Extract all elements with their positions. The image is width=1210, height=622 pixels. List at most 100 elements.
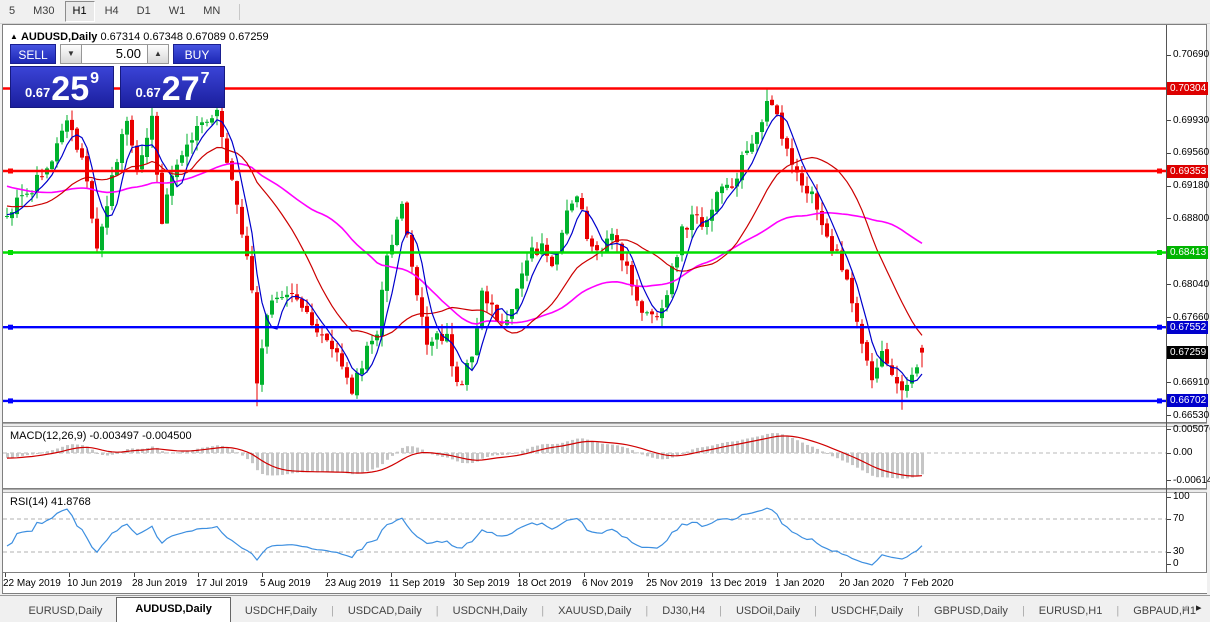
tab-scroll-right-icon[interactable]: ▸ bbox=[1196, 601, 1202, 614]
rsi-axis-label: 100 bbox=[1173, 491, 1190, 502]
axis-tick bbox=[1167, 518, 1171, 520]
axis-tick-label: 0.68040 bbox=[1173, 278, 1210, 290]
rsi-panel[interactable] bbox=[3, 493, 1166, 572]
axis-price-badge: 0.70304 bbox=[1167, 82, 1208, 96]
buy-price-prefix: 0.67 bbox=[135, 85, 161, 100]
candles bbox=[5, 88, 924, 410]
axis-tick-label: 0.69560 bbox=[1173, 147, 1210, 159]
macd-axis-label: 0.00 bbox=[1173, 447, 1193, 458]
axis-tick-label: 0.70690 bbox=[1173, 49, 1210, 61]
axis-price-badge: 0.66702 bbox=[1167, 394, 1208, 408]
sell-button[interactable]: SELL bbox=[10, 44, 56, 64]
tab-dj30-h4[interactable]: DJ30,H4 bbox=[648, 600, 719, 622]
rsi-label: RSI(14) 41.8768 bbox=[10, 496, 91, 508]
date-tick bbox=[327, 573, 328, 577]
axis-tick-label: 0.66910 bbox=[1173, 376, 1210, 388]
axis-tick bbox=[1167, 415, 1171, 417]
timeframe-toolbar: 5 M30 H1 H4 D1 W1 MN bbox=[0, 0, 1210, 24]
date-label: 25 Nov 2019 bbox=[646, 578, 703, 589]
date-tick bbox=[712, 573, 713, 577]
tab-usdchf-daily[interactable]: USDCHF,Daily bbox=[231, 600, 331, 622]
macd-axis-label: 0.005076 bbox=[1173, 423, 1210, 435]
date-label: 30 Sep 2019 bbox=[453, 578, 510, 589]
timeframe-button-h4[interactable]: H4 bbox=[97, 1, 127, 22]
axis-tick bbox=[1167, 429, 1171, 431]
sell-price-prefix: 0.67 bbox=[24, 85, 51, 100]
axis-price-badge: 0.67259 bbox=[1167, 346, 1208, 360]
ohlc-values: 0.67314 0.67348 0.67089 0.67259 bbox=[100, 31, 269, 43]
axis-tick bbox=[1167, 152, 1171, 154]
timeframe-button-m30[interactable]: M30 bbox=[25, 1, 62, 22]
tab-usdoil-daily[interactable]: USDOil,Daily bbox=[722, 600, 814, 622]
date-label: 5 Aug 2019 bbox=[260, 578, 311, 589]
line-handle[interactable] bbox=[8, 324, 13, 330]
line-handle[interactable] bbox=[8, 168, 13, 174]
tab-gbpusd-daily[interactable]: GBPUSD,Daily bbox=[920, 600, 1022, 622]
date-label: 6 Nov 2019 bbox=[582, 578, 634, 589]
axis-tick bbox=[1167, 563, 1171, 565]
date-tick bbox=[648, 573, 649, 577]
buy-price-pip: 7 bbox=[200, 70, 210, 87]
date-tick bbox=[391, 573, 392, 577]
tab-scroll-left-icon[interactable]: ◂ bbox=[1182, 601, 1188, 614]
volume-increase-button[interactable]: ▲ bbox=[147, 44, 169, 64]
axis-tick-label: 0.69930 bbox=[1173, 114, 1210, 126]
date-tick bbox=[841, 573, 842, 577]
sell-price-box[interactable]: 0.67 25 9 bbox=[10, 66, 114, 108]
volume-input[interactable]: 5.00 bbox=[82, 44, 147, 64]
ma-fast-line[interactable] bbox=[6, 114, 923, 383]
symbol-period-label: AUDUSD,Daily bbox=[20, 31, 98, 43]
date-tick bbox=[262, 573, 263, 577]
tab-xauusd-daily[interactable]: XAUUSD,Daily bbox=[544, 600, 645, 622]
timeframe-button-mn[interactable]: MN bbox=[195, 1, 228, 22]
tab-usdcad-daily[interactable]: USDCAD,Daily bbox=[334, 600, 436, 622]
one-click-trading-panel: SELL ▼ 5.00 ▲ BUY 0.67 25 9 0.67 27 7 bbox=[10, 44, 227, 109]
line-handle[interactable] bbox=[1157, 324, 1162, 330]
line-handle[interactable] bbox=[1157, 398, 1162, 404]
date-tick bbox=[584, 573, 585, 577]
timeframe-button-w1[interactable]: W1 bbox=[161, 1, 194, 22]
axis-tick bbox=[1167, 54, 1171, 56]
axis-tick bbox=[1167, 317, 1171, 319]
ma-mid-line[interactable] bbox=[6, 146, 923, 338]
axis-tick bbox=[1167, 218, 1171, 220]
line-handle[interactable] bbox=[1157, 250, 1162, 255]
tab-eurusd-h1[interactable]: EURUSD,H1 bbox=[1025, 600, 1117, 622]
buy-price-box[interactable]: 0.67 27 7 bbox=[120, 66, 225, 108]
line-handle[interactable] bbox=[8, 250, 13, 255]
tab-eurusd-daily[interactable]: EURUSD,Daily bbox=[14, 600, 116, 622]
line-handle[interactable] bbox=[8, 398, 13, 404]
date-label: 18 Oct 2019 bbox=[517, 578, 572, 589]
date-label: 28 Jun 2019 bbox=[132, 578, 188, 589]
date-label: 20 Jan 2020 bbox=[839, 578, 895, 589]
date-tick bbox=[777, 573, 778, 577]
ma-slow-line[interactable] bbox=[6, 162, 923, 325]
rsi-axis-label: 30 bbox=[1173, 546, 1185, 557]
date-tick bbox=[134, 573, 135, 577]
tab-audusd-daily[interactable]: AUDUSD,Daily bbox=[116, 597, 231, 622]
axis-tick-label: 0.68800 bbox=[1173, 212, 1210, 224]
macd-label: MACD(12,26,9) -0.003497 -0.004500 bbox=[10, 430, 192, 442]
date-label: 1 Jan 2020 bbox=[775, 578, 825, 589]
date-label: 17 Jul 2019 bbox=[196, 578, 248, 589]
tab-usdcnh-daily[interactable]: USDCNH,Daily bbox=[439, 600, 542, 622]
buy-button[interactable]: BUY bbox=[173, 44, 221, 64]
date-tick bbox=[519, 573, 520, 577]
axis-tick bbox=[1167, 120, 1171, 122]
volume-decrease-button[interactable]: ▼ bbox=[60, 44, 82, 64]
timeframe-button-h1[interactable]: H1 bbox=[64, 1, 95, 22]
axis-tick-label: 0.66530 bbox=[1173, 409, 1210, 421]
date-tick bbox=[455, 573, 456, 577]
axis-tick bbox=[1167, 480, 1171, 482]
date-tick bbox=[69, 573, 70, 577]
date-tick bbox=[198, 573, 199, 577]
collapse-arrow-icon[interactable]: ▲ bbox=[10, 32, 18, 41]
line-handle[interactable] bbox=[1157, 168, 1162, 174]
rsi-axis-label: 70 bbox=[1173, 513, 1185, 524]
date-label: 7 Feb 2020 bbox=[903, 578, 954, 589]
axis-tick bbox=[1167, 496, 1171, 498]
date-label: 22 May 2019 bbox=[3, 578, 61, 589]
timeframe-button-5[interactable]: 5 bbox=[1, 1, 23, 22]
timeframe-button-d1[interactable]: D1 bbox=[129, 1, 159, 22]
tab-usdchf-daily[interactable]: USDCHF,Daily bbox=[817, 600, 917, 622]
